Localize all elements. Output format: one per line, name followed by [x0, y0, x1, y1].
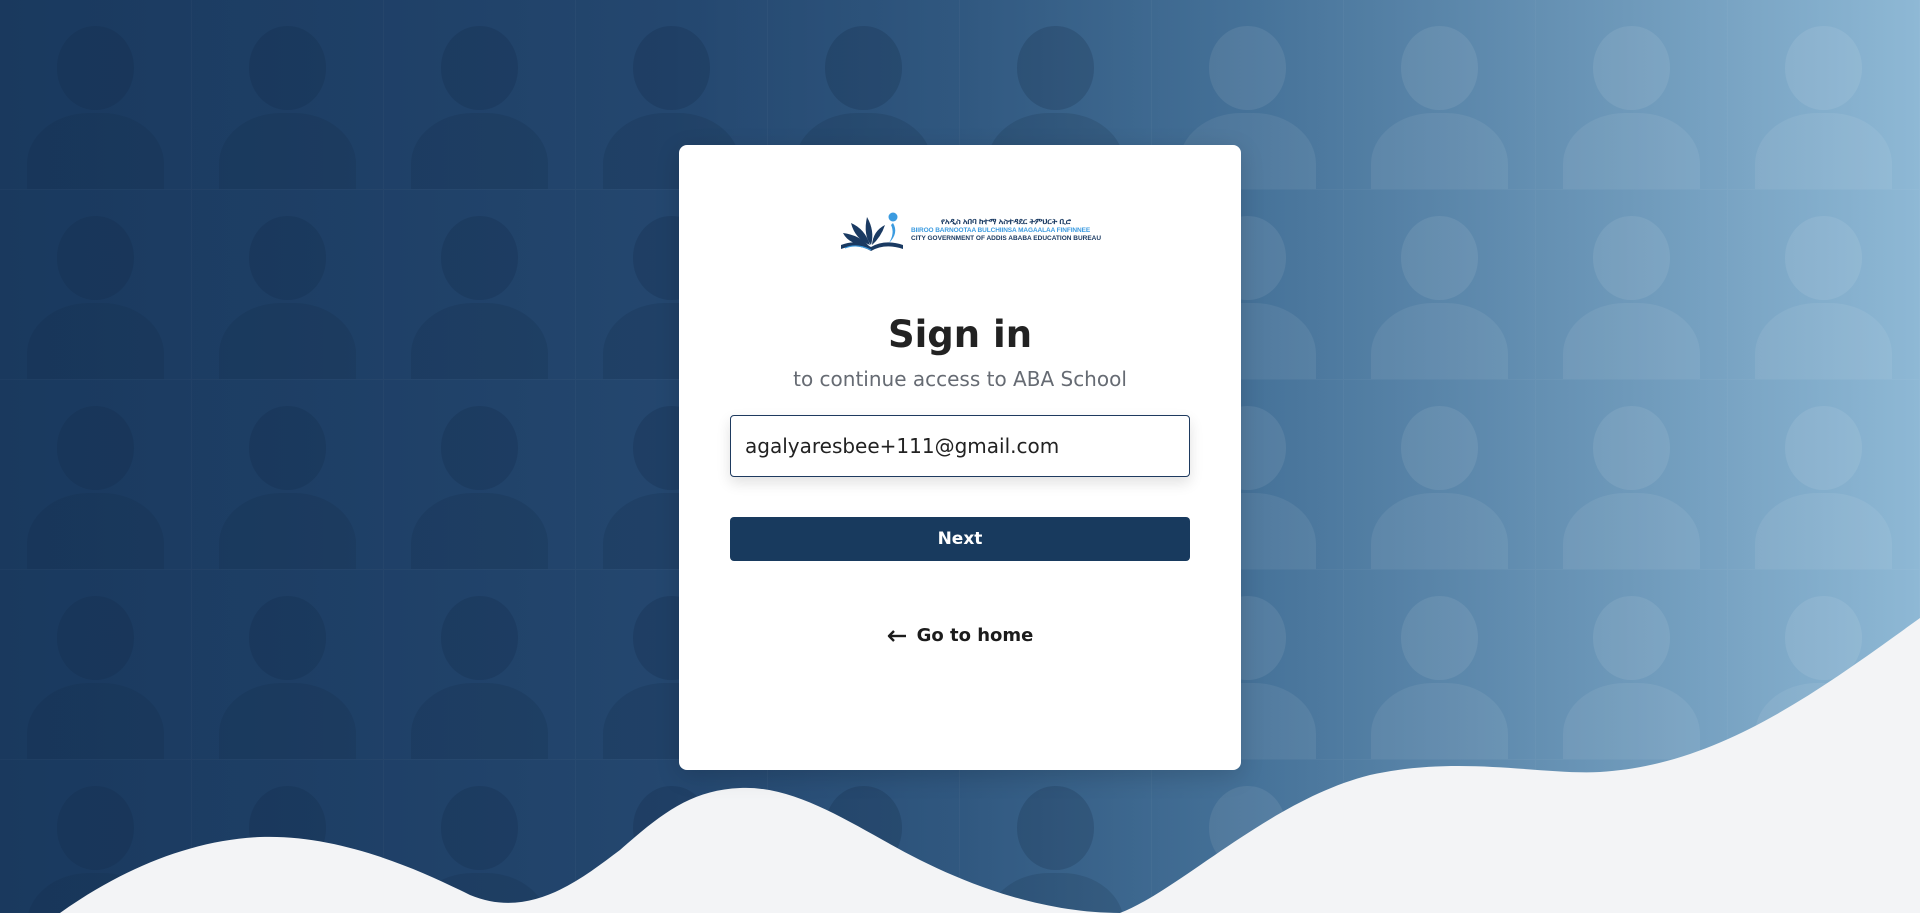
logo-english-text: CITY GOVERNMENT OF ADDIS ABABA EDUCATION… — [911, 235, 1102, 242]
education-bureau-logo: የአዲስ አበባ ከተማ አስተዳደር ትምህርት ቢሮ BIIROO BARN… — [837, 205, 1101, 255]
go-to-home-label: Go to home — [916, 625, 1034, 646]
email-input[interactable] — [730, 415, 1190, 477]
lotus-book-logo-icon — [841, 212, 903, 251]
signin-card: የአዲስ አበባ ከተማ አስተዳደር ትምህርት ቢሮ BIIROO BARN… — [679, 145, 1241, 770]
go-to-home-link[interactable]: Go to home — [679, 625, 1241, 646]
next-button[interactable]: Next — [730, 517, 1190, 561]
logo-amharic-text: የአዲስ አበባ ከተማ አስተዳደር ትምህርት ቢሮ — [941, 216, 1072, 226]
signin-page: የአዲስ አበባ ከተማ አስተዳደር ትምህርት ቢሮ BIIROO BARN… — [0, 0, 1920, 913]
page-subtitle: to continue access to ABA School — [793, 367, 1127, 391]
arrow-left-icon — [887, 629, 906, 642]
logo-oromo-text: BIIROO BARNOOTAA BULCHIINSA MAGAALAA FIN… — [911, 226, 1091, 234]
page-title: Sign in — [887, 313, 1033, 356]
